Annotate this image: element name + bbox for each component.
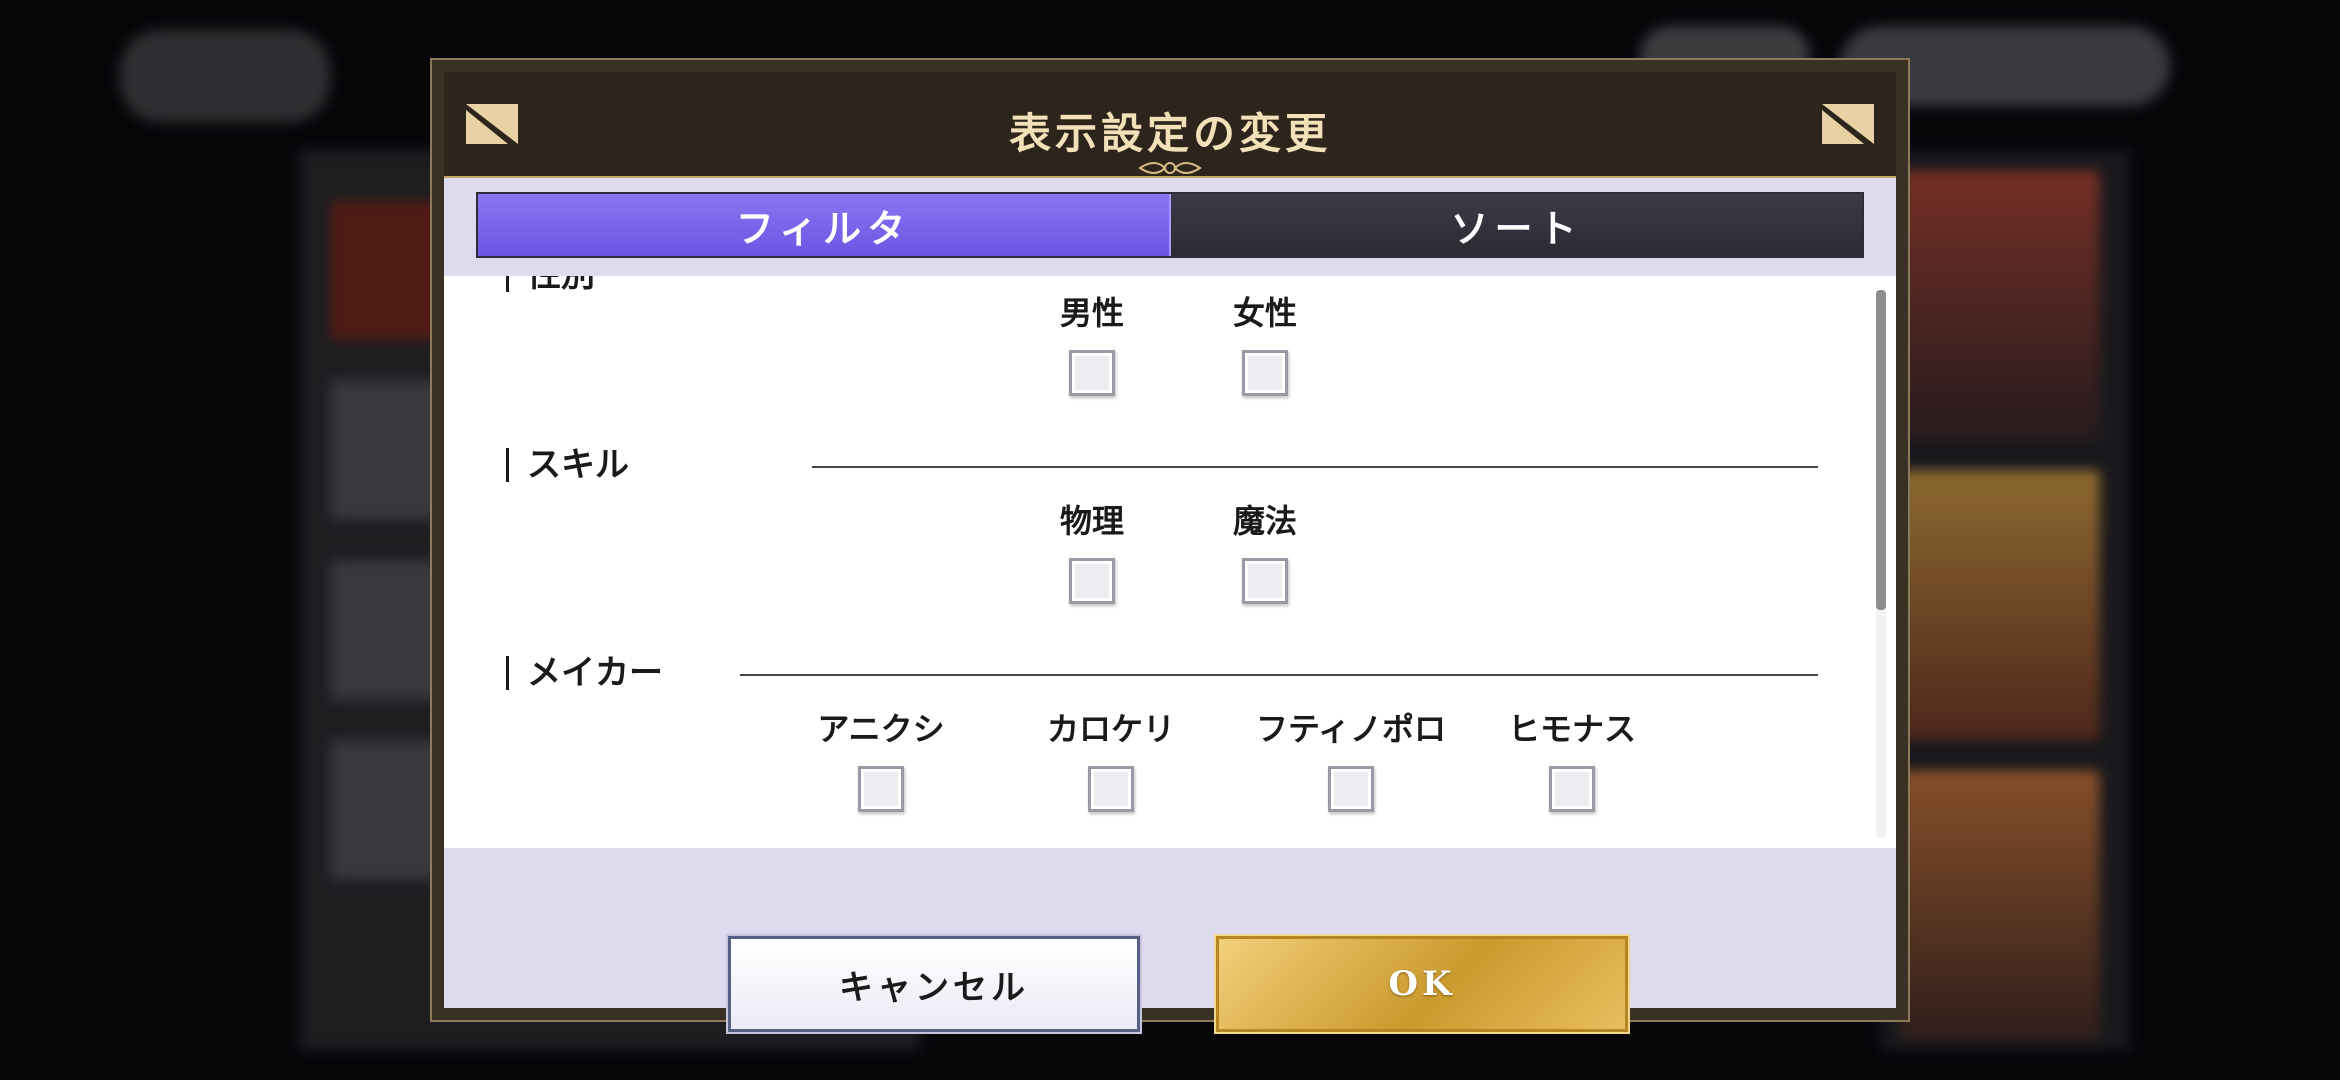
option-maker-karokeri: カロケリ xyxy=(1011,704,1211,812)
option-label: フティノポロ xyxy=(1255,710,1447,748)
section-title-gender: 性別 xyxy=(506,276,595,292)
scrollbar[interactable] xyxy=(1876,290,1886,838)
option-maker-ftinoporo: フティノポロ xyxy=(1231,704,1471,812)
cancel-button[interactable]: キャンセル xyxy=(728,936,1140,1032)
checkbox-maker-karokeri[interactable] xyxy=(1088,766,1134,812)
option-female: 女性 xyxy=(1185,288,1345,396)
option-label: 物理 xyxy=(1059,502,1124,540)
section-divider xyxy=(740,674,1818,676)
option-male: 男性 xyxy=(1012,288,1172,396)
checkbox-physical[interactable] xyxy=(1069,558,1115,604)
dialog-title: 表示設定の変更 xyxy=(1008,109,1331,158)
option-label: 男性 xyxy=(1059,294,1124,332)
checkbox-magic[interactable] xyxy=(1242,558,1288,604)
tab-bar: フィルタ ソート xyxy=(476,192,1864,258)
title-flourish-icon xyxy=(1120,162,1220,174)
option-label: カロケリ xyxy=(1046,710,1175,748)
option-maker-himonasu: ヒモナス xyxy=(1472,704,1672,812)
checkbox-maker-anikushi[interactable] xyxy=(858,766,904,812)
option-label: 女性 xyxy=(1232,294,1297,332)
section-divider xyxy=(812,466,1818,468)
option-physical: 物理 xyxy=(1012,496,1172,604)
checkbox-female[interactable] xyxy=(1242,350,1288,396)
display-settings-dialog: 表示設定の変更 フィルタ ソート 性別 男性 女性 xyxy=(430,58,1910,1032)
option-label: アニクシ xyxy=(817,710,945,748)
option-label: 魔法 xyxy=(1232,502,1297,540)
checkbox-maker-himonasu[interactable] xyxy=(1549,766,1595,812)
checkbox-male[interactable] xyxy=(1069,350,1115,396)
checkbox-maker-ftinoporo[interactable] xyxy=(1328,766,1374,812)
option-maker-anikushi: アニクシ xyxy=(781,704,981,812)
corner-ornament-icon xyxy=(1822,104,1874,144)
section-title-maker: メイカー xyxy=(506,656,663,690)
dialog-body: フィルタ ソート 性別 男性 女性 スキル 物理 魔法 xyxy=(444,178,1896,1032)
filter-options-panel[interactable]: 性別 男性 女性 スキル 物理 魔法 メイカー xyxy=(444,276,1896,848)
dialog-header: 表示設定の変更 xyxy=(444,72,1896,179)
ok-button[interactable]: OK xyxy=(1216,936,1628,1032)
section-title-skill: スキル xyxy=(506,448,629,482)
scrollbar-thumb[interactable] xyxy=(1876,290,1886,610)
tab-sort[interactable]: ソート xyxy=(1171,194,1862,256)
option-label: ヒモナス xyxy=(1507,710,1636,748)
option-magic: 魔法 xyxy=(1185,496,1345,604)
tab-filter[interactable]: フィルタ xyxy=(478,194,1171,256)
